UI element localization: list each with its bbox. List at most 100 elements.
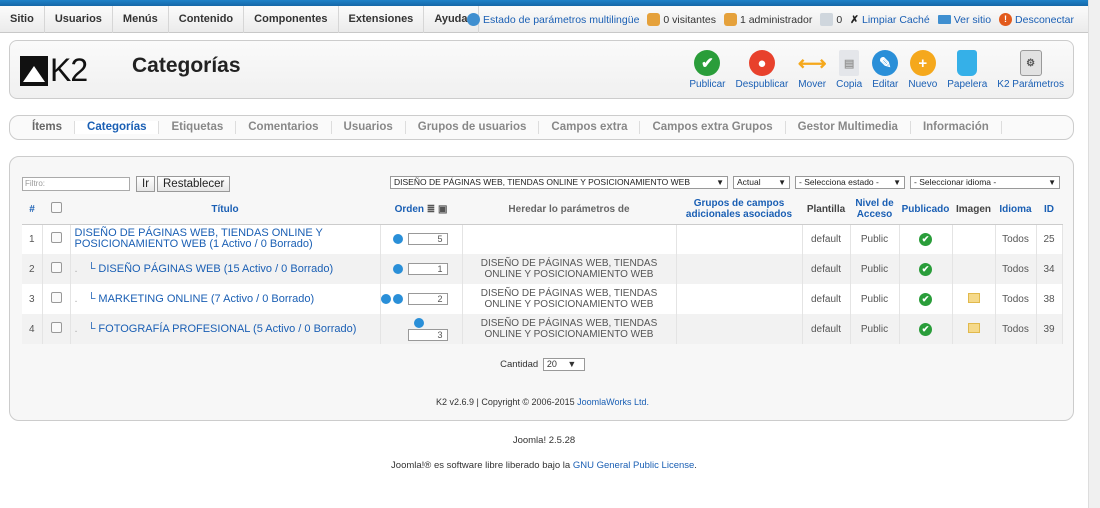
multilang-status-label[interactable]: Estado de parámetros multilingüe bbox=[483, 14, 639, 26]
order-input[interactable]: 3 bbox=[407, 328, 448, 341]
row-order-cell: 1 bbox=[380, 254, 463, 284]
move-down-icon[interactable] bbox=[392, 234, 403, 245]
tab-comments[interactable]: Comentarios bbox=[236, 121, 332, 134]
row-checkbox-cell[interactable] bbox=[42, 254, 71, 284]
col-title[interactable]: Título bbox=[70, 195, 380, 225]
tab-items[interactable]: Ítems bbox=[20, 121, 76, 134]
edit-button[interactable]: ✎ Editar bbox=[867, 50, 903, 90]
select-all-checkbox[interactable] bbox=[50, 202, 62, 214]
publish-button[interactable]: ✔ Publicar bbox=[684, 50, 730, 90]
row-title-link[interactable]: └ MARKETING ONLINE (7 Activo / 0 Borrado… bbox=[88, 293, 315, 305]
copy-button[interactable]: ▤ Copia bbox=[831, 50, 867, 90]
menu-contenido[interactable]: Contenido bbox=[169, 5, 245, 33]
messages-status[interactable]: 0 bbox=[820, 13, 842, 26]
row-published-cell[interactable]: ✔ bbox=[899, 284, 953, 314]
row-published-cell[interactable]: ✔ bbox=[899, 314, 953, 344]
move-down-icon[interactable] bbox=[392, 294, 403, 304]
row-checkbox[interactable] bbox=[50, 292, 62, 303]
move-down-icon[interactable] bbox=[392, 264, 403, 274]
published-check-icon[interactable]: ✔ bbox=[919, 322, 932, 336]
move-up-icon[interactable] bbox=[413, 317, 424, 328]
row-checkbox-cell[interactable] bbox=[42, 314, 71, 344]
row-inherit bbox=[462, 224, 677, 254]
published-check-icon[interactable]: ✔ bbox=[919, 262, 932, 276]
row-checkbox[interactable] bbox=[50, 232, 62, 244]
row-checkbox[interactable] bbox=[50, 262, 62, 273]
col-order[interactable]: Orden ≣ ▣ bbox=[380, 195, 462, 225]
language-filter-select[interactable]: - Seleccionar idioma - ▼ bbox=[910, 176, 1060, 189]
published-check-icon[interactable]: ✔ bbox=[919, 232, 932, 246]
go-button[interactable]: Ir bbox=[136, 176, 156, 192]
published-check-icon[interactable]: ✔ bbox=[919, 292, 932, 306]
k2-params-button[interactable]: ⚙ K2 Parámetros bbox=[992, 50, 1069, 90]
unpublish-button[interactable]: ● Despublicar bbox=[730, 50, 793, 90]
tab-tags[interactable]: Etiquetas bbox=[159, 121, 237, 134]
clear-cache-label[interactable]: Limpiar Caché bbox=[862, 14, 930, 26]
logout-link[interactable]: ! Desconectar bbox=[999, 13, 1074, 26]
reset-button[interactable]: Restablecer bbox=[157, 176, 231, 192]
save-order-icon[interactable]: ▣ bbox=[438, 204, 447, 215]
row-published-cell[interactable]: ✔ bbox=[899, 254, 953, 284]
multilang-status-link[interactable]: Estado de parámetros multilingüe bbox=[467, 13, 639, 26]
order-input[interactable]: 1 bbox=[407, 263, 448, 275]
row-title-link[interactable]: DISEÑO DE PÁGINAS WEB, TIENDAS ONLINE Y … bbox=[70, 224, 381, 254]
order-input[interactable]: 2 bbox=[407, 293, 448, 305]
row-access: Public bbox=[850, 314, 900, 344]
menu-usuarios[interactable]: Usuarios bbox=[45, 5, 113, 33]
menu-sitio[interactable]: Sitio bbox=[0, 5, 45, 33]
col-published[interactable]: Publicado bbox=[899, 195, 952, 225]
row-published-cell[interactable]: ✔ bbox=[899, 224, 953, 254]
page-scrollbar[interactable] bbox=[1088, 0, 1100, 508]
tab-categories[interactable]: Categorías bbox=[75, 121, 160, 134]
col-inherit[interactable]: Heredar lo parámetros de bbox=[462, 195, 676, 225]
view-site-label[interactable]: Ver sitio bbox=[954, 14, 991, 26]
pagination-select[interactable]: 20 ▼ bbox=[542, 358, 585, 371]
chevron-down-icon: ▼ bbox=[778, 178, 786, 187]
pagination-limit: Cantidad 20 ▼ bbox=[10, 358, 1075, 371]
row-checkbox-cell[interactable] bbox=[42, 284, 71, 314]
joomlaworks-link[interactable]: JoomlaWorks Ltd. bbox=[577, 397, 649, 407]
filter-input[interactable]: Filtro: bbox=[22, 177, 130, 191]
tab-user-groups[interactable]: Grupos de usuarios bbox=[406, 121, 540, 134]
col-order-label[interactable]: Orden bbox=[395, 204, 424, 215]
col-access[interactable]: Nivel de Acceso bbox=[850, 195, 899, 225]
row-checkbox[interactable] bbox=[50, 322, 62, 333]
row-language: Todos bbox=[995, 254, 1037, 284]
move-button[interactable]: ⟷ Mover bbox=[793, 50, 831, 91]
row-title-link[interactable]: └ DISEÑO PÁGINAS WEB (15 Activo / 0 Borr… bbox=[88, 263, 334, 275]
tab-extra-field-groups[interactable]: Campos extra Grupos bbox=[640, 121, 786, 134]
row-id: 34 bbox=[1036, 254, 1063, 284]
tab-extra-fields[interactable]: Campos extra bbox=[539, 121, 641, 134]
col-language[interactable]: Idioma bbox=[995, 195, 1036, 225]
col-template[interactable]: Plantilla bbox=[802, 195, 850, 225]
tab-media-manager[interactable]: Gestor Multimedia bbox=[786, 121, 911, 134]
category-filter-select[interactable]: DISEÑO DE PÁGINAS WEB, TIENDAS ONLINE Y … bbox=[390, 176, 728, 189]
state-filter-select[interactable]: - Selecciona estado - ▼ bbox=[795, 176, 905, 189]
col-check[interactable] bbox=[42, 195, 70, 225]
joomla-version: Joomla! 2.5.28 bbox=[512, 435, 576, 446]
menu-componentes[interactable]: Componentes bbox=[244, 5, 339, 33]
col-id[interactable]: ID bbox=[1036, 195, 1062, 225]
level-filter-select[interactable]: Actual ▼ bbox=[733, 176, 790, 189]
row-title-link[interactable]: └ FOTOGRAFÍA PROFESIONAL (5 Activo / 0 B… bbox=[88, 323, 357, 335]
order-input[interactable]: 5 bbox=[407, 233, 448, 246]
menu-menus[interactable]: Menús bbox=[113, 5, 169, 33]
clear-cache-link[interactable]: ✗ Limpiar Caché bbox=[850, 14, 930, 26]
params-icon: ⚙ bbox=[1019, 50, 1042, 76]
new-button[interactable]: + Nuevo bbox=[903, 50, 942, 90]
k2-params-label: K2 Parámetros bbox=[997, 79, 1064, 90]
gpl-link[interactable]: GNU General Public License bbox=[573, 460, 694, 471]
tab-information[interactable]: Información bbox=[911, 121, 1002, 134]
view-site-link[interactable]: Ver sitio bbox=[937, 14, 991, 26]
trash-button[interactable]: Papelera bbox=[942, 50, 992, 90]
logout-label[interactable]: Desconectar bbox=[1015, 14, 1074, 26]
move-up-icon[interactable] bbox=[380, 294, 391, 304]
menu-extensiones[interactable]: Extensiones bbox=[339, 5, 425, 33]
row-checkbox-cell[interactable] bbox=[42, 224, 71, 254]
globe-icon bbox=[467, 13, 480, 26]
new-label: Nuevo bbox=[908, 79, 938, 90]
edit-icon: ✎ bbox=[872, 50, 899, 76]
filter-row: Filtro: Ir Restablecer DISEÑO DE PÁGINAS… bbox=[22, 176, 1062, 192]
col-field-groups[interactable]: Grupos de campos adicionales asociados bbox=[676, 195, 802, 225]
tab-users[interactable]: Usuarios bbox=[332, 121, 406, 134]
